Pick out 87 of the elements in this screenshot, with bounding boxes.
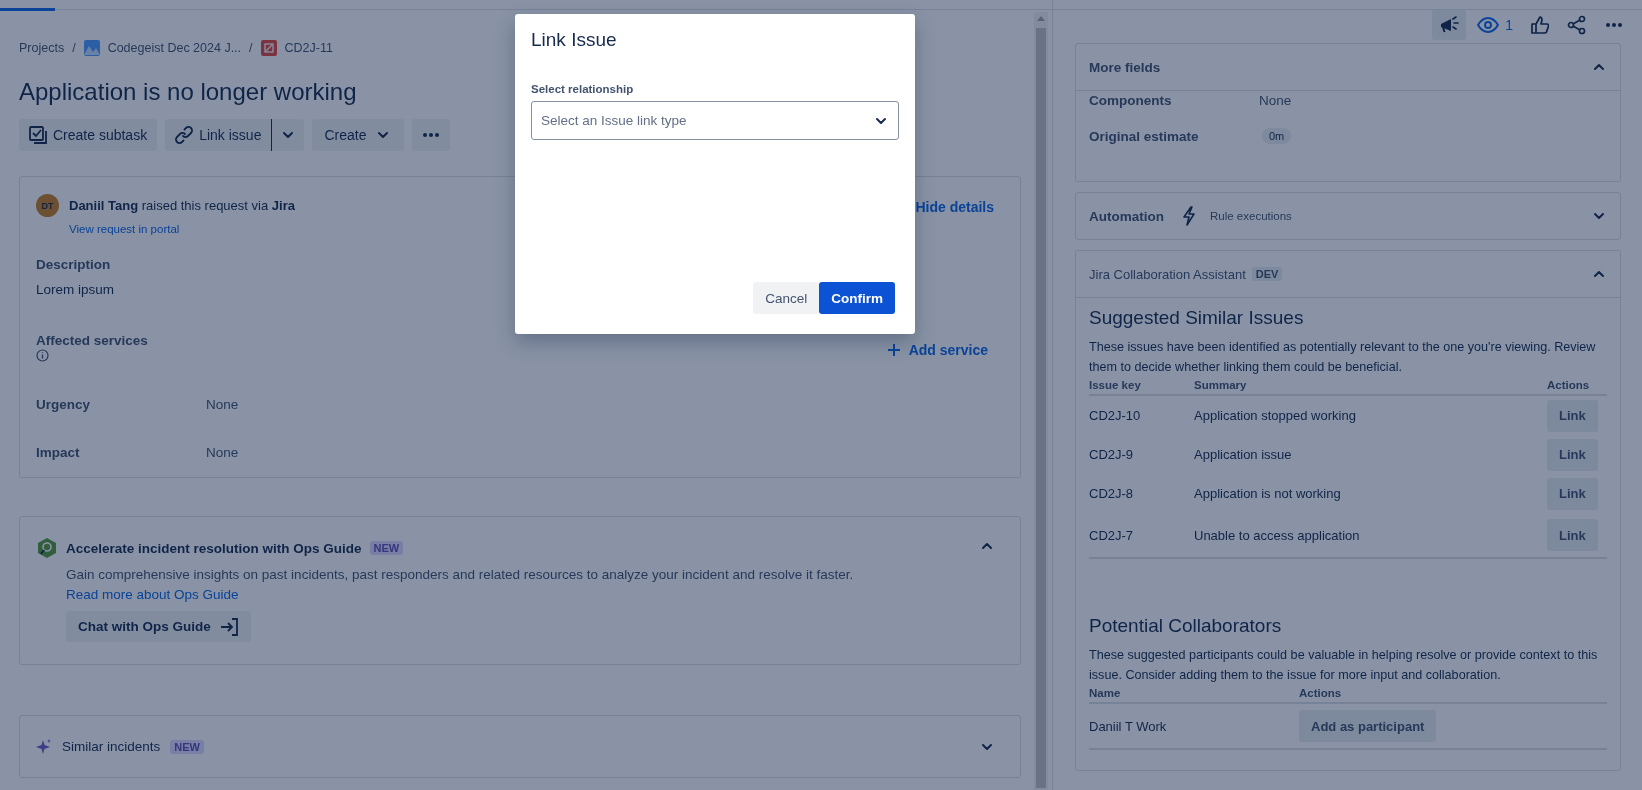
create-subtask-button[interactable]: Create subtask [19,119,158,151]
column-header: Name [1089,685,1299,703]
hexagon-icon [36,537,58,559]
megaphone-icon [1439,16,1460,34]
thumbs-up-icon [1531,16,1549,34]
summary-cell: Unable to access application [1194,513,1547,558]
summary-cell: Application issue [1194,435,1547,474]
summary-cell: Application is not working [1194,474,1547,513]
field-value: None [1259,92,1292,108]
link-issue-button[interactable]: Link issue [165,119,272,151]
read-more-link[interactable]: Read more about Ops Guide [66,587,239,602]
share-icon [1567,15,1587,35]
chat-with-ops-guide-button[interactable]: Chat with Ops Guide [66,611,251,642]
link-button[interactable]: Link [1547,399,1598,432]
link-icon [175,126,194,144]
field-label: Impact [36,444,81,460]
plus-icon [886,343,901,357]
new-badge: NEW [170,739,204,754]
estimate-lozenge: 0m [1262,128,1292,144]
column-header: Issue key [1089,377,1194,395]
dropdown-button[interactable] [271,119,305,151]
link-button[interactable]: Link [1547,519,1598,551]
panel-title: More fields [1089,59,1161,75]
breadcrumb-link[interactable]: Codegeist Dec 2024 J... [107,41,242,55]
sparkle-icon [36,738,52,755]
sign-in-icon [218,616,239,637]
more-button[interactable] [412,119,451,151]
create-button[interactable]: Create [312,119,405,151]
field-value: None [206,396,239,412]
add-participant-button[interactable]: Add as participant [1299,710,1437,742]
more-icon [422,132,441,138]
issue-title: Application is no longer working [19,77,357,107]
ops-guide-description: Gain comprehensive insights on past incidents, past responders and related resources to analyze your incident and resolve it faster. Read more about Ops Guide [66,566,855,604]
breadcrumb-link[interactable]: CD2J-11 [284,41,333,55]
section-heading: Suggested Similar Issues [1089,307,1305,329]
add-service-button[interactable]: Add service [880,341,994,359]
breadcrumb-link[interactable]: Projects [19,41,65,55]
field-value: None [206,444,239,460]
hide-details-link[interactable]: Hide details [915,199,994,215]
dialog-title: Link Issue [531,30,618,50]
panel-title: Jira Collaboration Assistant [1089,266,1246,282]
feedback-button[interactable] [1432,10,1467,40]
column-header: Actions [1299,685,1607,703]
new-badge: NEW [369,541,404,555]
tab-indicator [0,8,55,11]
field-label: Description [36,257,112,272]
field-label: Select relationship [531,83,635,95]
issue-key-cell: CD2J-7 [1089,513,1194,558]
breadcrumb-separator: / [72,41,76,55]
summary-cell: Application stopped working [1194,395,1547,435]
cancel-button[interactable]: Cancel [753,282,820,314]
field-value: Lorem ipsum [36,282,116,297]
lightning-icon [1182,206,1196,226]
section-description: These issues have been identified as potentially relevant to the one you're viewing. Review them to decide whether linking them could be beneficial. [1089,339,1597,376]
issue-key-cell: CD2J-10 [1089,395,1194,435]
request-info: Daniil Tang raised this request via Jira [69,198,295,213]
scroll-up-icon [1037,15,1045,21]
avatar: DT [36,194,59,217]
similar-incidents-title: Similar incidents [62,739,161,754]
confirm-button[interactable]: Confirm [819,282,895,314]
eye-icon [1477,17,1500,33]
breadcrumb-separator: / [249,41,253,55]
issue-key-cell: CD2J-9 [1089,435,1194,474]
watch-button[interactable]: 1 [1470,10,1520,40]
panel-subtitle: Rule executions [1210,210,1292,222]
issue-key-cell: CD2J-8 [1089,474,1194,513]
issue-type-icon [260,40,277,56]
field-label: Components [1089,92,1173,108]
section-heading: Potential Collaborators [1089,615,1283,637]
column-header: Summary [1194,377,1547,395]
link-button[interactable]: Link [1547,438,1598,471]
dev-badge: DEV [1251,267,1283,281]
link-button[interactable]: Link [1547,477,1598,510]
field-label: Urgency [36,396,92,412]
scrollbar-thumb[interactable] [1036,28,1046,788]
field-label: Original estimate [1089,128,1200,144]
column-header: Actions [1547,377,1607,395]
link-type-select[interactable]: Select an Issue link type [531,101,899,140]
portal-link[interactable]: View request in portal [69,223,180,235]
ops-guide-title: Accelerate incident resolution with Ops Guide [66,540,362,556]
field-label: Affected services [36,333,148,348]
panel-title: Automation [1089,208,1164,224]
more-icon [1605,22,1623,28]
subtask-icon [29,126,47,144]
info-icon [36,349,49,362]
project-icon [83,40,100,56]
section-description: These suggested participants could be valuable in helping resolve or provide context to this issue. Consider adding them to the issue for more input and collaboration. [1089,647,1599,684]
